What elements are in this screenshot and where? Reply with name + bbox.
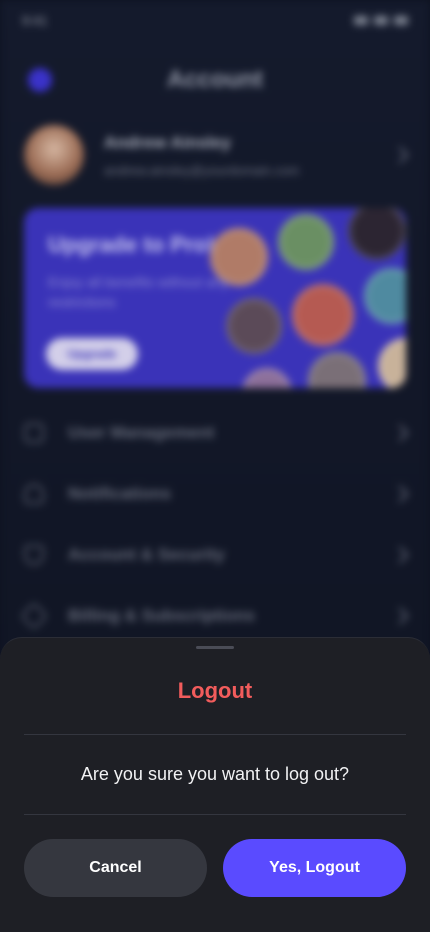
app-header: Account bbox=[24, 60, 406, 100]
signal-icon bbox=[354, 15, 368, 25]
menu-item-user-management[interactable]: User Management bbox=[24, 402, 409, 463]
profile-row[interactable]: Andrew Ainsley andrew.ainsley@yourdomain… bbox=[24, 122, 409, 188]
bell-icon bbox=[24, 483, 44, 504]
chevron-right-icon bbox=[391, 424, 409, 441]
avatar-bubble bbox=[378, 338, 406, 388]
logout-bottom-sheet: Logout Are you sure you want to log out?… bbox=[0, 637, 430, 932]
page-title: Account bbox=[167, 66, 263, 93]
divider bbox=[24, 734, 406, 735]
chevron-right-icon bbox=[391, 607, 409, 624]
promo-subtitle: Enjoy all benefits without any restricti… bbox=[48, 274, 229, 310]
shield-icon bbox=[24, 544, 44, 565]
cancel-button[interactable]: Cancel bbox=[24, 839, 207, 897]
profile-email: andrew.ainsley@yourdomain.com bbox=[104, 162, 300, 178]
users-icon bbox=[24, 422, 44, 443]
dialog-title: Logout bbox=[177, 678, 253, 703]
settings-menu: User Management Notifications Account & … bbox=[19, 402, 409, 646]
avatar-bubble bbox=[292, 284, 354, 346]
upgrade-button[interactable]: Upgrade bbox=[46, 338, 138, 370]
menu-item-account-security[interactable]: Account & Security bbox=[24, 524, 409, 585]
status-icons bbox=[354, 15, 408, 25]
app-logo-icon bbox=[28, 68, 52, 92]
menu-item-label: Notifications bbox=[68, 483, 171, 503]
chevron-right-icon bbox=[391, 546, 409, 563]
profile-name: Andrew Ainsley bbox=[104, 132, 231, 152]
confirm-logout-button[interactable]: Yes, Logout bbox=[223, 839, 406, 897]
dialog-message: Are you sure you want to log out? bbox=[80, 764, 350, 784]
chevron-right-icon bbox=[391, 146, 409, 164]
menu-item-notifications[interactable]: Notifications bbox=[24, 463, 409, 524]
star-icon bbox=[19, 601, 49, 630]
menu-item-label: User Management bbox=[68, 422, 215, 442]
avatar-bubble bbox=[278, 214, 334, 270]
profile-text: Andrew Ainsley andrew.ainsley@yourdomain… bbox=[104, 133, 394, 178]
upgrade-promo-card[interactable]: Upgrade to Pro! Enjoy all benefits witho… bbox=[24, 208, 406, 388]
divider bbox=[24, 814, 406, 815]
status-bar: 9:41 bbox=[22, 10, 408, 30]
battery-icon bbox=[394, 15, 408, 25]
menu-item-label: Billing & Subscriptions bbox=[68, 605, 256, 625]
wifi-icon bbox=[374, 15, 388, 25]
menu-item-label: Account & Security bbox=[68, 544, 225, 564]
avatar-bubble bbox=[364, 268, 406, 324]
status-time: 9:41 bbox=[22, 12, 48, 28]
promo-title: Upgrade to Pro! bbox=[48, 232, 215, 257]
avatar-bubble bbox=[348, 208, 406, 260]
avatar-bubble bbox=[308, 352, 366, 388]
avatar-bubble bbox=[242, 368, 292, 388]
avatar bbox=[24, 125, 84, 185]
sheet-drag-handle[interactable] bbox=[196, 646, 234, 649]
chevron-right-icon bbox=[391, 485, 409, 502]
